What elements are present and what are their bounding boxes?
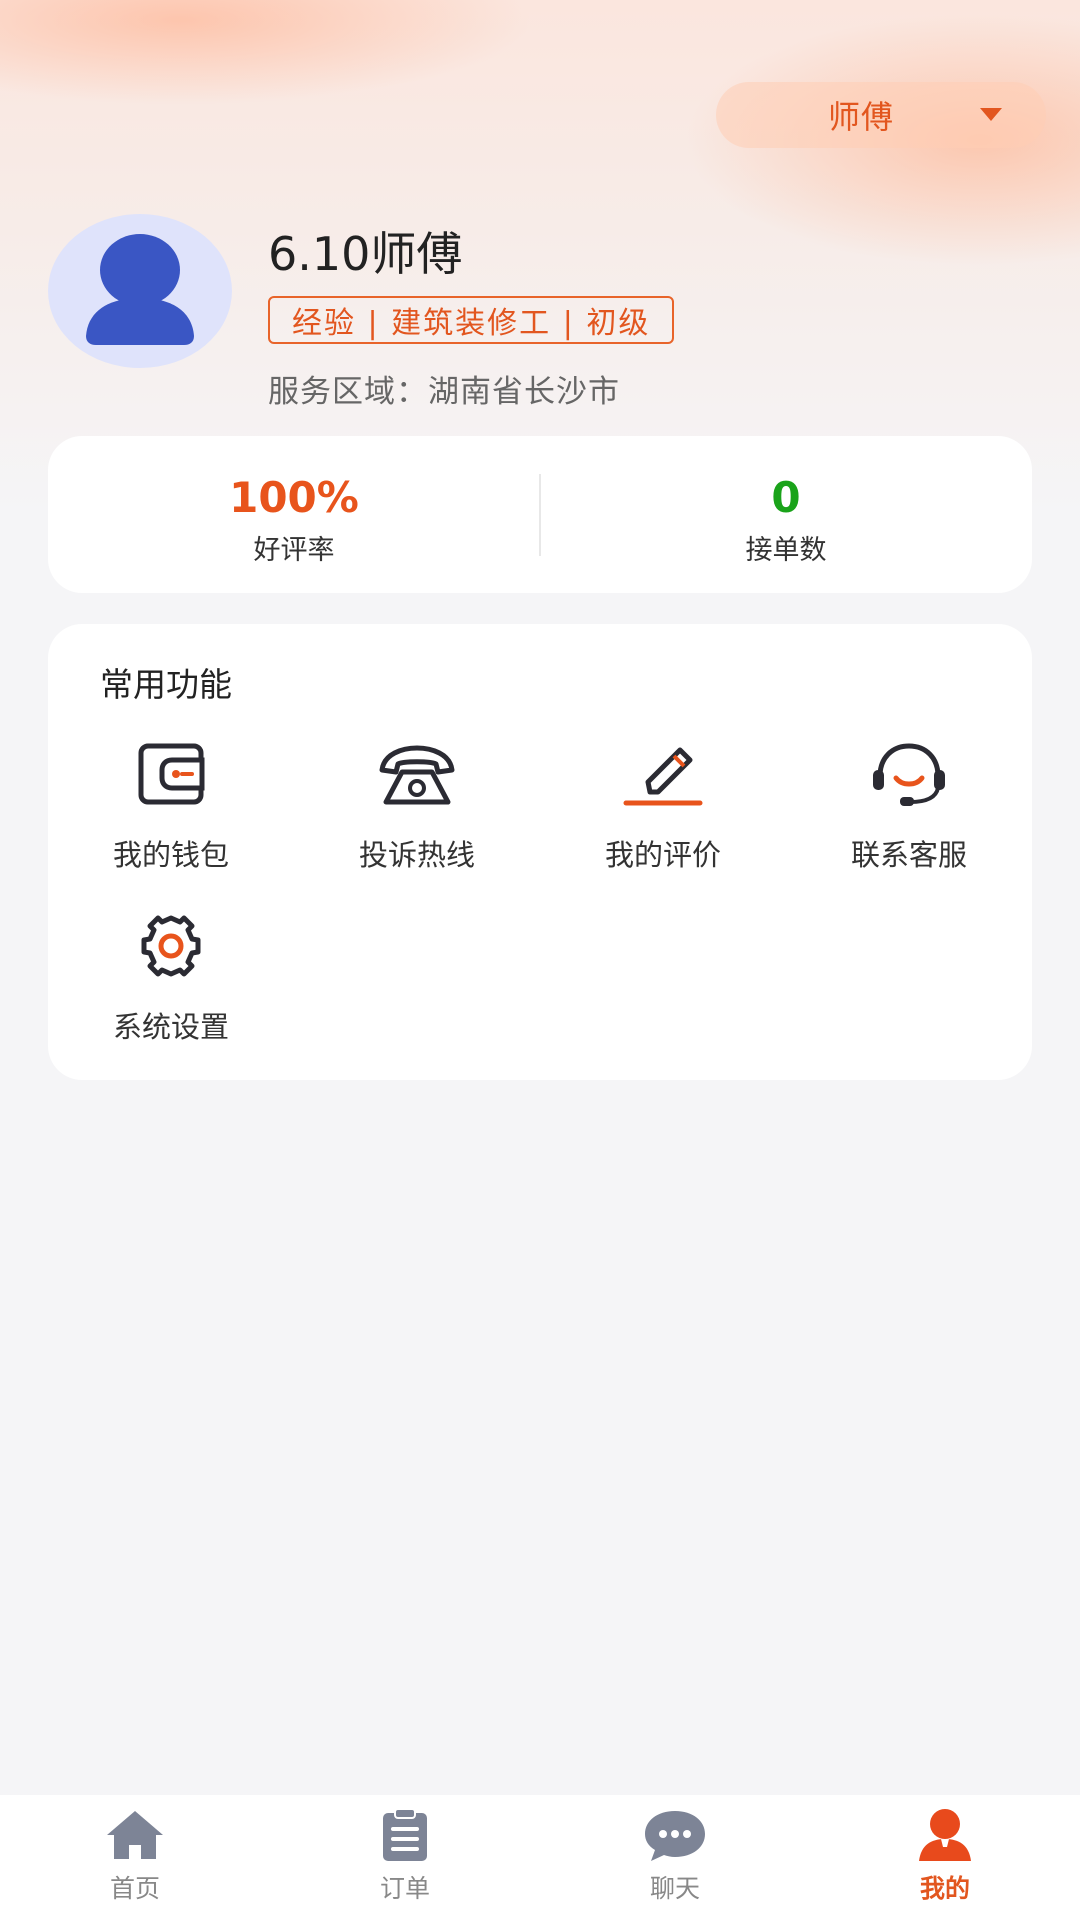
tab-home[interactable]: 首页: [0, 1807, 270, 1905]
func-reviews-label: 我的评价: [604, 838, 721, 872]
func-support[interactable]: 联系客服: [786, 740, 1032, 874]
stat-rating-value: 100%: [229, 473, 359, 522]
func-complaint[interactable]: 投诉热线: [294, 740, 540, 874]
func-wallet[interactable]: 我的钱包: [48, 740, 294, 874]
tab-home-label: 首页: [109, 1874, 160, 1903]
role-label: 师傅: [828, 98, 895, 136]
functions-title: 常用功能: [100, 665, 232, 704]
avatar[interactable]: [48, 214, 232, 368]
func-reviews[interactable]: 我的评价: [540, 740, 786, 874]
role-switcher[interactable]: 师傅: [716, 82, 1046, 148]
caret-down-icon: [980, 108, 1002, 121]
functions-card: 常用功能 我的钱包 投诉热线 我的评价 联系客服 系统设置: [48, 624, 1032, 1080]
stat-orders-label: 接单数: [745, 535, 827, 566]
tab-chat[interactable]: 聊天: [540, 1807, 810, 1905]
func-wallet-label: 我的钱包: [112, 838, 229, 872]
bottom-tab-bar: 首页 订单 聊天 我的: [0, 1795, 1080, 1920]
chat-icon: [645, 1811, 705, 1861]
telephone-icon: [379, 745, 455, 805]
tab-mine[interactable]: 我的: [810, 1807, 1080, 1905]
func-settings[interactable]: 系统设置: [48, 912, 294, 1046]
stat-orders[interactable]: 0 接单数: [540, 470, 1032, 567]
tab-orders-label: 订单: [379, 1874, 430, 1903]
func-complaint-label: 投诉热线: [358, 838, 475, 872]
stat-orders-value: 0: [771, 473, 801, 522]
func-settings-label: 系统设置: [112, 1010, 229, 1044]
func-support-label: 联系客服: [850, 838, 967, 872]
tab-orders[interactable]: 订单: [270, 1807, 540, 1905]
stat-rating[interactable]: 100% 好评率: [48, 470, 540, 567]
person-icon: [919, 1809, 971, 1861]
user-silhouette-icon: [86, 234, 194, 345]
gear-icon: [141, 915, 201, 977]
pencil-icon: [623, 747, 703, 806]
home-icon: [107, 1811, 163, 1859]
skill-tags: 经验 | 建筑装修工 | 初级: [268, 296, 675, 344]
clipboard-icon: [383, 1808, 427, 1861]
headset-icon: [873, 743, 945, 806]
user-name: 6.10师傅: [268, 227, 463, 281]
stats-card: 100% 好评率 0 接单数: [48, 436, 1032, 593]
stat-rating-label: 好评率: [253, 535, 335, 566]
wallet-icon: [138, 743, 205, 805]
tab-chat-label: 聊天: [649, 1874, 700, 1903]
service-area: 服务区域：湖南省长沙市: [268, 374, 620, 410]
tab-mine-label: 我的: [919, 1874, 970, 1903]
